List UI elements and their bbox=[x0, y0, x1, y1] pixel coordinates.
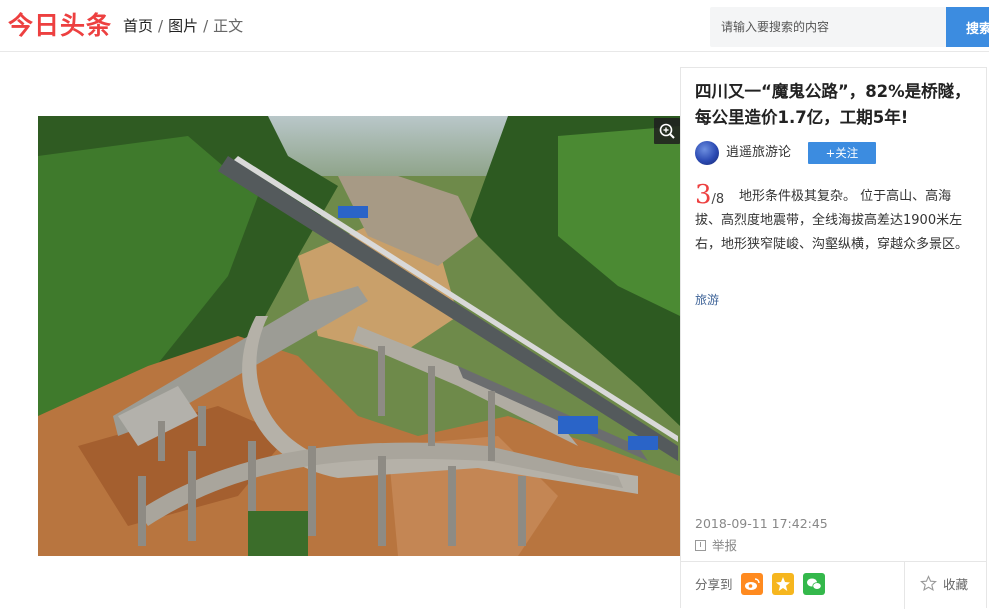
wechat-icon[interactable] bbox=[803, 573, 825, 595]
share-bar: 分享到 收藏 bbox=[681, 561, 987, 609]
gallery-photo[interactable] bbox=[38, 116, 680, 556]
breadcrumb-images[interactable]: 图片 bbox=[168, 17, 198, 35]
zoom-in-icon bbox=[659, 123, 675, 139]
follow-button[interactable]: +关注 bbox=[808, 142, 876, 164]
breadcrumb-separator: / bbox=[158, 17, 164, 35]
qzone-icon[interactable] bbox=[772, 573, 794, 595]
breadcrumb-home[interactable]: 首页 bbox=[123, 17, 153, 35]
search-input[interactable] bbox=[710, 7, 946, 47]
article-title: 四川又一“魔鬼公路”，82%是桥隧，每公里造价1.7亿，工期5年! bbox=[695, 82, 971, 127]
category-tag[interactable]: 旅游 bbox=[695, 291, 719, 309]
report-icon bbox=[695, 540, 706, 551]
top-header: 今日头条 首页/图片/正文 搜索 bbox=[0, 0, 989, 52]
author-name[interactable]: 逍遥旅游论 bbox=[726, 143, 791, 163]
favorite-label: 收藏 bbox=[943, 577, 969, 592]
report-label: 举报 bbox=[712, 538, 738, 553]
weibo-icon[interactable] bbox=[741, 573, 763, 595]
photo-description: 地形条件极其复杂。 位于高山、高海拔、高烈度地震带，全线海拔高差达1900米左右… bbox=[695, 189, 969, 252]
report-link[interactable]: 举报 bbox=[695, 537, 737, 555]
breadcrumb: 首页 / 图片 / 正文 bbox=[123, 16, 243, 36]
star-icon bbox=[920, 575, 937, 592]
bridge-construction-photo bbox=[38, 116, 680, 556]
search-button[interactable]: 搜索 bbox=[946, 7, 989, 47]
photo-viewer bbox=[38, 67, 681, 608]
zoom-button[interactable] bbox=[654, 118, 680, 144]
article-sidebar: 四川又一“魔鬼公路”，82%是桥隧，每公里造价1.7亿，工期5年! 逍遥旅游论 … bbox=[681, 67, 987, 609]
breadcrumb-current: 正文 bbox=[213, 17, 244, 35]
toutiao-logo[interactable]: 今日头条 bbox=[8, 11, 112, 41]
favorite-button[interactable]: 收藏 bbox=[904, 562, 987, 609]
author-avatar[interactable] bbox=[695, 141, 719, 165]
publish-time: 2018-09-11 17:42:45 bbox=[695, 516, 828, 531]
breadcrumb-separator: / bbox=[203, 17, 209, 35]
share-label: 分享到 bbox=[695, 577, 733, 592]
